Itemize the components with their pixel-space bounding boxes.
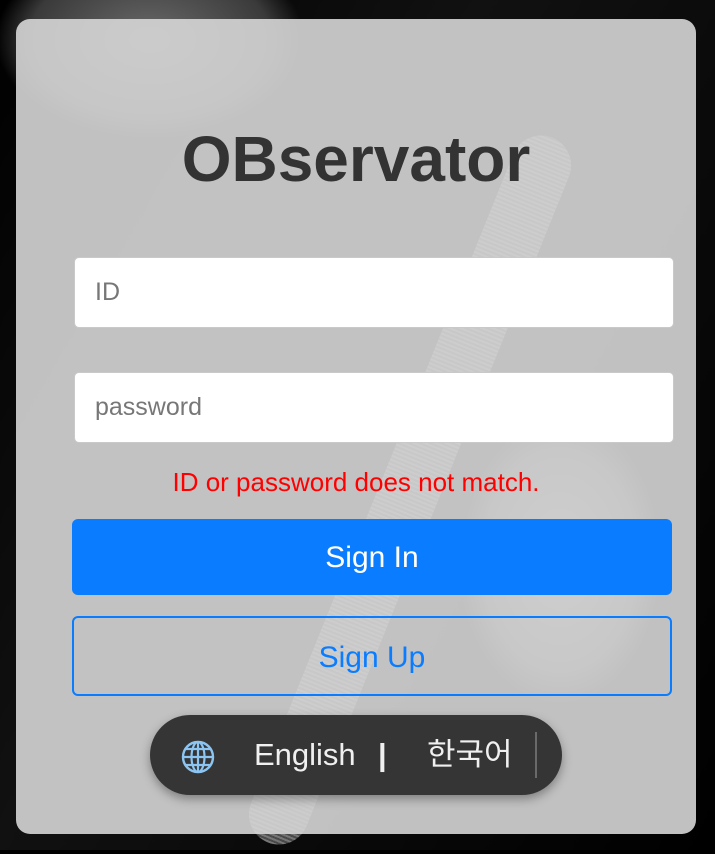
- error-message: ID or password does not match.: [172, 467, 540, 497]
- sign-up-button[interactable]: Sign Up: [72, 616, 672, 696]
- language-option-english[interactable]: English: [254, 737, 356, 773]
- language-selector: English | 한국어: [150, 715, 562, 795]
- language-option-korean[interactable]: 한국어: [427, 737, 513, 773]
- login-card: OBservator ID or password does not match…: [16, 19, 696, 834]
- language-divider: [535, 732, 537, 778]
- app-title: OBservator: [181, 123, 531, 195]
- sign-in-button[interactable]: Sign In: [72, 519, 672, 595]
- language-separator: |: [378, 737, 387, 772]
- password-input[interactable]: [74, 372, 674, 443]
- globe-icon: [180, 739, 216, 775]
- id-input[interactable]: [74, 257, 674, 328]
